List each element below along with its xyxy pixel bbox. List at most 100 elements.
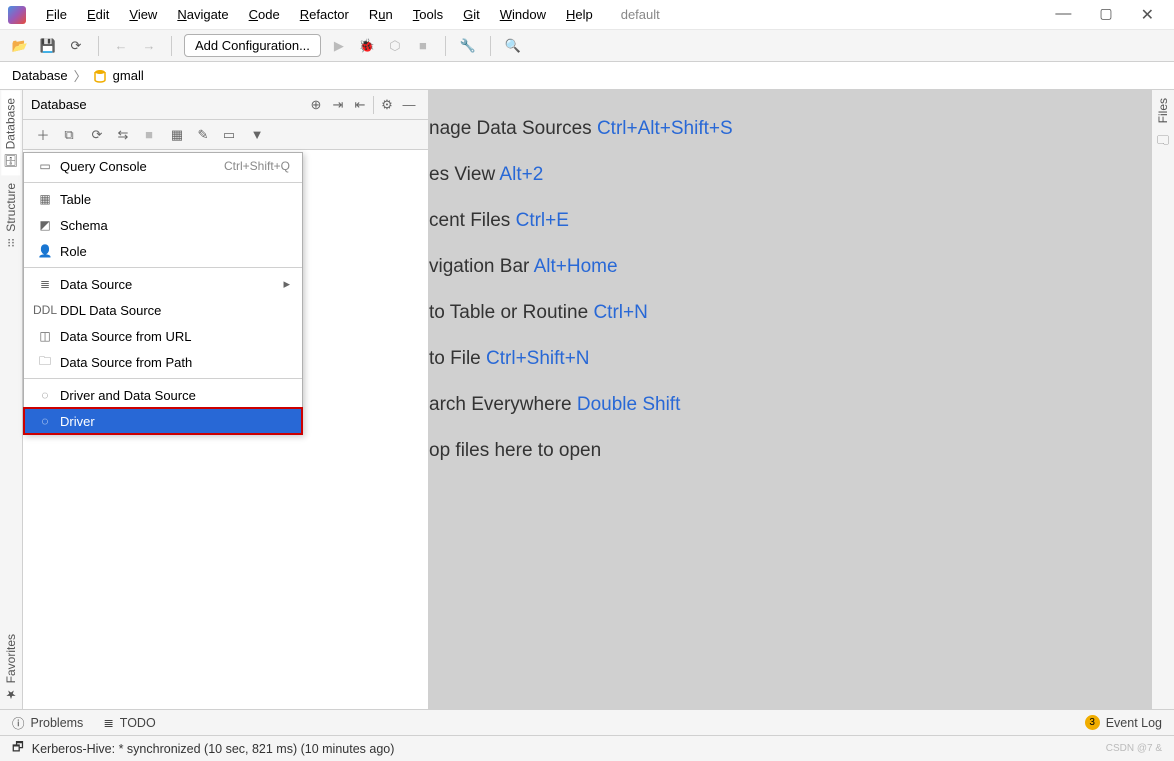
status-text: Kerberos-Hive: * synchronized (10 sec, 8… <box>32 742 395 756</box>
sidebar-tab-label: Files <box>1156 98 1170 123</box>
right-gutter: 🗀 Files <box>1151 90 1174 709</box>
menu-item-data-source-from-url[interactable]: ◫ Data Source from URL <box>24 323 302 349</box>
menu-refactor[interactable]: Refactor <box>292 3 357 26</box>
refresh-icon[interactable]: ⟳ <box>85 124 109 146</box>
sidebar-tab-structure[interactable]: ⁝⁝ Structure <box>2 175 20 258</box>
window-minimize-icon[interactable]: — <box>1055 5 1071 25</box>
sidebar-tab-favorites[interactable]: ★ Favorites <box>2 626 20 709</box>
chevron-right-icon: ▸ <box>283 276 290 292</box>
panel-header: Database ⊕ ⇥ ⇤ ⚙ — <box>23 90 428 120</box>
collapse-all-icon[interactable]: ⇤ <box>349 94 371 116</box>
tab-event-log[interactable]: Event Log <box>1106 716 1162 730</box>
duplicate-icon[interactable]: ⧉ <box>57 124 81 146</box>
ddl-icon: DDL <box>36 303 54 317</box>
forward-icon[interactable]: → <box>139 36 159 56</box>
menu-run[interactable]: Run <box>361 3 401 26</box>
tab-todo[interactable]: ≣ TODO <box>103 715 155 730</box>
minimize-panel-icon[interactable]: — <box>398 94 420 116</box>
menu-git[interactable]: Git <box>455 3 488 26</box>
save-icon[interactable]: 💾 <box>38 36 58 56</box>
menu-item-label: Data Source <box>60 277 283 292</box>
refresh-icon[interactable]: ⟳ <box>66 36 86 56</box>
filter-icon[interactable]: ▼ <box>245 124 269 146</box>
run-icon[interactable]: ▶ <box>329 36 349 56</box>
menu-item-label: Data Source from URL <box>60 329 290 344</box>
hint-shortcut: Ctrl+N <box>593 302 647 323</box>
chevron-right-icon: 〉 <box>74 66 87 85</box>
sync-icon[interactable]: ⇆ <box>111 124 135 146</box>
separator <box>98 36 99 56</box>
tab-problems[interactable]: ⓘ Problems <box>12 713 83 732</box>
run-configuration-selector[interactable]: Add Configuration... <box>184 34 321 57</box>
menu-view[interactable]: View <box>121 3 165 26</box>
table-view-icon[interactable]: ▦ <box>165 124 189 146</box>
gear-icon[interactable]: ⚙ <box>376 94 398 116</box>
menu-edit[interactable]: Edit <box>79 3 117 26</box>
menu-tools[interactable]: Tools <box>405 3 451 26</box>
target-icon[interactable]: ⊕ <box>305 94 327 116</box>
menu-separator <box>24 267 302 268</box>
menu-code[interactable]: Code <box>241 3 288 26</box>
welcome-hint: cent Files Ctrl+E <box>429 210 1151 232</box>
menu-item-role[interactable]: 👤 Role <box>24 238 302 264</box>
sidebar-tab-files[interactable]: 🗀 Files <box>1154 90 1172 156</box>
stop-icon[interactable]: ■ <box>137 124 161 146</box>
back-icon[interactable]: ← <box>111 36 131 56</box>
menu-item-label: Role <box>60 244 290 259</box>
edit-icon[interactable]: ✎ <box>191 124 215 146</box>
console-icon[interactable]: ▭ <box>217 124 241 146</box>
hint-text: es View <box>429 164 499 185</box>
url-icon: ◫ <box>36 329 54 343</box>
hint-shortcut: Double Shift <box>577 394 681 415</box>
app-logo-icon <box>8 6 26 24</box>
menu-item-driver-and-data-source[interactable]: ◌Driver and Data Source <box>24 382 302 408</box>
debug-icon[interactable]: 🐞 <box>357 36 377 56</box>
menu-item-data-source-from-path[interactable]: 🗀Data Source from Path <box>24 349 302 375</box>
hint-text: to Table or Routine <box>429 302 593 323</box>
menu-separator <box>24 182 302 183</box>
welcome-hints: nage Data Sources Ctrl+Alt+Shift+Ses Vie… <box>429 118 1151 462</box>
sidebar-tab-database[interactable]: 🗄 Database <box>1 90 20 175</box>
window-maximize-icon[interactable]: ▢ <box>1099 5 1112 25</box>
menu-file[interactable]: File <box>38 3 75 26</box>
database-icon: 🗄 <box>3 153 18 167</box>
expand-all-icon[interactable]: ⇥ <box>327 94 349 116</box>
panel-content: ▭Query ConsoleCtrl+Shift+Q▦Table◩Schema👤… <box>23 150 428 709</box>
menu-help[interactable]: Help <box>558 3 601 26</box>
menu-item-label: Driver and Data Source <box>60 388 290 403</box>
menu-item-driver[interactable]: ◌Driver <box>24 408 302 434</box>
menu-separator <box>24 378 302 379</box>
menu-item-table[interactable]: ▦Table <box>24 186 302 212</box>
hint-shortcut: Ctrl+E <box>516 210 569 231</box>
stop-icon[interactable]: ■ <box>413 36 433 56</box>
hint-text: op files here to open <box>429 440 601 461</box>
menubar: File Edit View Navigate Code Refactor Ru… <box>0 0 1174 30</box>
database-panel: Database ⊕ ⇥ ⇤ ⚙ — ＋ ⧉ ⟳ ⇆ ■ ▦ ✎ ▭ ▼ ▭Qu… <box>23 90 429 709</box>
status-bar: 🗗 Kerberos-Hive: * synchronized (10 sec,… <box>0 735 1174 761</box>
window-close-icon[interactable]: ✕ <box>1141 5 1154 25</box>
breadcrumb-item[interactable]: gmall <box>113 68 144 83</box>
role-icon: 👤 <box>36 244 54 258</box>
database-icon <box>93 69 107 83</box>
menu-item-ddl-data-source[interactable]: DDLDDL Data Source <box>24 297 302 323</box>
menu-item-query-console[interactable]: ▭Query ConsoleCtrl+Shift+Q <box>24 153 302 179</box>
sidebar-tab-label: Structure <box>4 183 18 232</box>
welcome-hint: to Table or Routine Ctrl+N <box>429 302 1151 324</box>
main-toolbar: 📂 💾 ⟳ ← → Add Configuration... ▶ 🐞 ⬡ ■ 🔧… <box>0 30 1174 62</box>
menu-window[interactable]: Window <box>492 3 554 26</box>
add-icon[interactable]: ＋ <box>31 124 55 146</box>
menu-navigate[interactable]: Navigate <box>169 3 236 26</box>
panel-toolbar: ＋ ⧉ ⟳ ⇆ ■ ▦ ✎ ▭ ▼ <box>23 120 428 150</box>
menu-item-schema[interactable]: ◩Schema <box>24 212 302 238</box>
hint-text: to File <box>429 348 486 369</box>
breadcrumb-root[interactable]: Database <box>12 68 68 83</box>
hint-text: vigation Bar <box>429 256 534 277</box>
menu-item-data-source[interactable]: ≣Data Source▸ <box>24 271 302 297</box>
open-file-icon[interactable]: 📂 <box>10 36 30 56</box>
search-icon[interactable]: 🔍 <box>503 36 523 56</box>
wrench-icon[interactable]: 🔧 <box>458 36 478 56</box>
coverage-icon[interactable]: ⬡ <box>385 36 405 56</box>
hint-text: cent Files <box>429 210 516 231</box>
breadcrumb: Database 〉 gmall <box>0 62 1174 90</box>
tab-label: Problems <box>31 716 84 730</box>
